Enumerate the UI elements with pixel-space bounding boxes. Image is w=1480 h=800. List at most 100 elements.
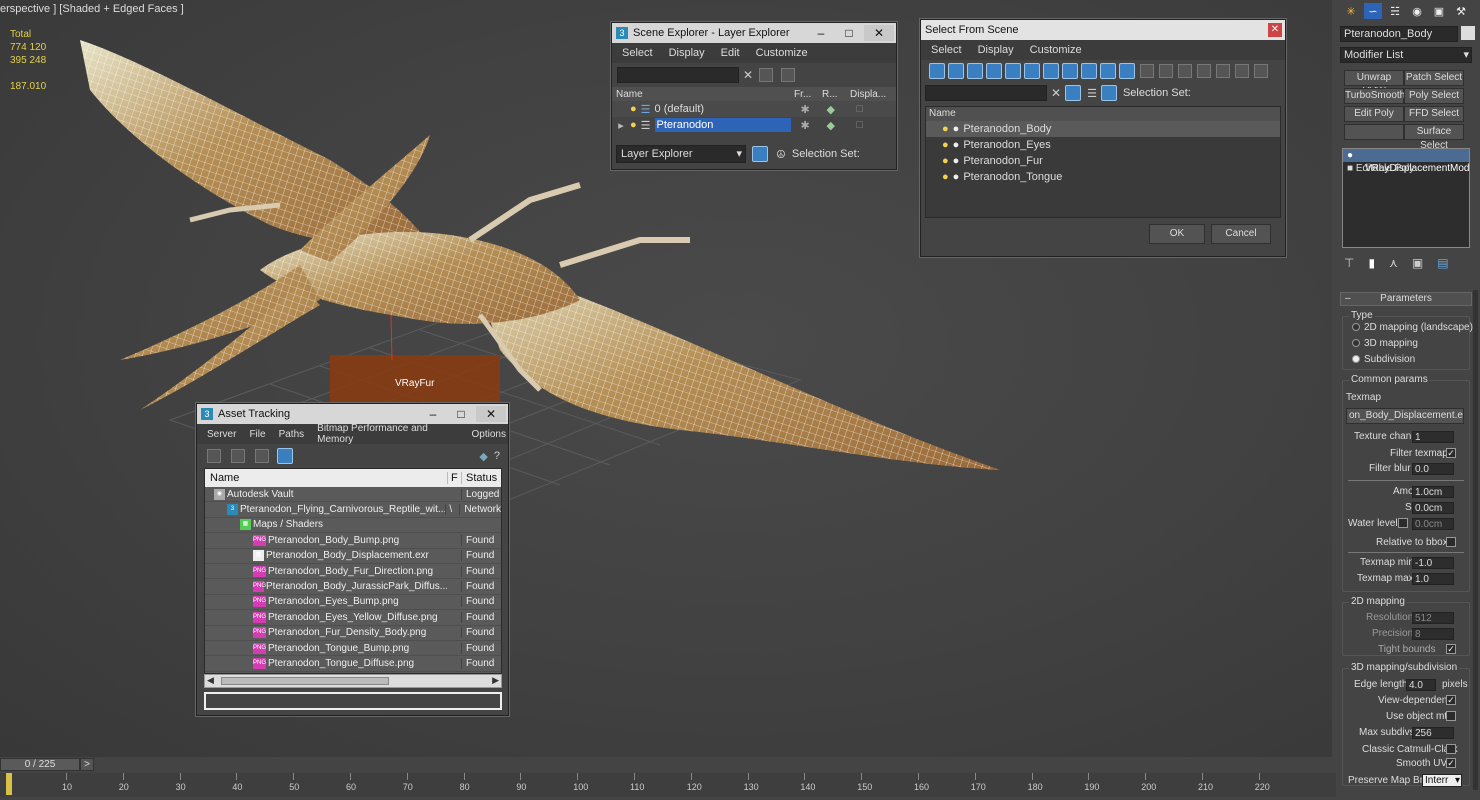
find-icon[interactable] — [1065, 85, 1082, 101]
freeze-icon[interactable]: ✱ — [791, 119, 819, 132]
radio-subdivision[interactable]: Subdivision — [1352, 354, 1415, 365]
list-view-icon[interactable] — [231, 449, 245, 463]
explorer-type-dropdown[interactable]: Layer Explorer ▾ — [616, 145, 746, 163]
asset-row[interactable]: ▦ Maps / Shaders — [205, 518, 501, 534]
shift-spinner[interactable]: 0.0cm — [1412, 502, 1454, 514]
hierarchy-icon[interactable]: ☮ — [776, 148, 786, 161]
smooth-uvs-checkbox[interactable]: ✓ — [1446, 758, 1456, 768]
menu-server[interactable]: Server — [205, 429, 238, 440]
motion-tab-icon[interactable]: ◉ — [1408, 3, 1426, 19]
asset-path-field[interactable] — [204, 692, 502, 710]
lights-filter-icon[interactable] — [967, 63, 983, 79]
texture-chan-spinner[interactable]: 1 — [1412, 431, 1454, 443]
layers-icon[interactable]: ☰ — [1087, 87, 1097, 100]
cancel-button[interactable]: Cancel — [1211, 224, 1271, 244]
menu-display[interactable]: Display — [667, 47, 707, 59]
ok-button[interactable]: OK — [1149, 224, 1205, 244]
freeze-icon[interactable]: ✱ — [791, 103, 819, 116]
frozen-filter-icon[interactable] — [1119, 63, 1135, 79]
scene-explorer-titlebar[interactable]: 3 Scene Explorer - Layer Explorer – □ ✕ — [612, 23, 896, 43]
next-frame-button[interactable]: > — [80, 758, 94, 771]
unwrap-uvw-button[interactable]: Unwrap UVW — [1344, 70, 1404, 97]
radio-indicator[interactable] — [1352, 355, 1360, 364]
options-icon[interactable] — [1254, 64, 1268, 78]
lightbulb-icon[interactable]: ● — [1347, 150, 1353, 161]
column-name[interactable]: Name — [612, 89, 794, 100]
scene-explorer-search-input[interactable] — [617, 67, 739, 83]
clear-search-icon[interactable]: ✕ — [1051, 86, 1061, 100]
menu-customize[interactable]: Customize — [1028, 44, 1084, 56]
configure-sets-icon[interactable]: ▤ — [1437, 256, 1448, 270]
create-tab-icon[interactable]: ✳ — [1342, 3, 1360, 19]
viewport-label[interactable]: erspective ] [Shaded + Edged Faces ] — [0, 3, 184, 15]
modifier-list-dropdown[interactable]: Modifier List ▾ — [1340, 47, 1472, 63]
help-icon[interactable]: ? — [494, 450, 500, 462]
close-icon[interactable]: ✕ — [1268, 23, 1282, 37]
surface-select-button[interactable]: Surface Select — [1404, 124, 1464, 151]
make-unique-icon[interactable]: ⋏ — [1389, 256, 1398, 270]
menu-file[interactable]: File — [247, 429, 267, 440]
classic-catmull-checkbox[interactable] — [1446, 744, 1456, 754]
scroll-left-icon[interactable]: ◀ — [207, 675, 214, 686]
layer-name[interactable]: 0 (default) — [655, 103, 791, 115]
asset-row[interactable]: PNG Pteranodon_Eyes_Bump.png Found — [205, 595, 501, 611]
menu-options[interactable]: Options — [470, 429, 508, 440]
asset-row[interactable]: PNG Pteranodon_Eyes_Yellow_Diffuse.png Fou… — [205, 610, 501, 626]
asset-tracking-titlebar[interactable]: 3 Asset Tracking – □ ✕ — [197, 404, 508, 424]
layer-row[interactable]: ● ☰ 0 (default) ✱ ◆ □ — [612, 101, 896, 117]
maximize-icon[interactable]: □ — [448, 406, 474, 422]
show-end-result-icon[interactable]: ▮ — [1368, 256, 1375, 270]
vault-login-icon[interactable]: ◆ — [479, 450, 487, 463]
parameters-rollout-header[interactable]: – Parameters — [1340, 292, 1472, 306]
filter-blur-spinner[interactable]: 0.0 — [1412, 463, 1454, 475]
bones-filter-icon[interactable] — [1081, 63, 1097, 79]
asset-row[interactable]: PNG Pteranodon_Fur_Density_Body.png Found — [205, 626, 501, 641]
max-subdivs-spinner[interactable]: 256 — [1412, 727, 1454, 739]
maximize-icon[interactable]: □ — [836, 25, 862, 41]
menu-display[interactable]: Display — [976, 44, 1016, 56]
select-invert-icon[interactable] — [1197, 64, 1211, 78]
select-none-icon[interactable] — [1178, 64, 1192, 78]
menu-select[interactable]: Select — [929, 44, 964, 56]
column-name[interactable]: Name — [205, 472, 447, 484]
preserve-map-dropdown[interactable]: Interr ▾ — [1422, 774, 1462, 787]
scroll-right-icon[interactable]: ▶ — [492, 675, 499, 686]
xrefs-filter-icon[interactable] — [1062, 63, 1078, 79]
asset-row[interactable]: PNG Pteranodon_Tongue_Diffuse.png Found — [205, 656, 501, 672]
object-name[interactable]: Pteranodon_Tongue — [963, 171, 1062, 183]
turbosmooth-button[interactable]: TurboSmooth — [1344, 88, 1405, 104]
menu-paths[interactable]: Paths — [277, 429, 307, 440]
select-from-scene-titlebar[interactable]: Select From Scene ✕ — [921, 20, 1285, 40]
display-filter-icon[interactable] — [1216, 64, 1230, 78]
display-box-icon[interactable]: □ — [847, 103, 864, 115]
lightbulb-icon[interactable]: ● — [942, 139, 949, 151]
lightbulb-icon[interactable]: ● — [630, 103, 637, 115]
column-status[interactable]: Status — [461, 472, 497, 484]
object-color-swatch[interactable] — [1461, 26, 1475, 40]
utilities-tab-icon[interactable]: ⚒ — [1452, 3, 1470, 19]
object-name[interactable]: Pteranodon_Eyes — [963, 139, 1050, 151]
object-row[interactable]: ● ● Pteranodon_Fur — [926, 153, 1280, 169]
menu-bitmap-performance[interactable]: Bitmap Performance and Memory — [315, 423, 460, 445]
close-icon[interactable]: ✕ — [476, 406, 506, 422]
asset-row[interactable]: PNG Pteranodon_Tongue_Bump.png Found — [205, 641, 501, 657]
hidden-filter-icon[interactable] — [1140, 64, 1154, 78]
spacewarps-filter-icon[interactable] — [1024, 63, 1040, 79]
expand-plus-icon[interactable]: ■ — [1347, 163, 1353, 174]
sort-icon[interactable] — [1235, 64, 1249, 78]
display-box-icon[interactable]: □ — [847, 119, 864, 131]
lightbulb-icon[interactable]: ● — [630, 119, 637, 131]
filter-texmap-checkbox[interactable]: ✓ — [1446, 448, 1456, 458]
find-icon[interactable] — [781, 68, 796, 82]
radio-indicator[interactable] — [1352, 323, 1360, 332]
time-slider[interactable]: 0 / 225 — [0, 758, 80, 771]
use-object-mtl-checkbox[interactable] — [1446, 711, 1456, 721]
menu-customize[interactable]: Customize — [754, 47, 810, 59]
object-name-field[interactable]: Pteranodon_Body — [1340, 26, 1458, 42]
column-freeze[interactable]: Fr... — [794, 89, 822, 100]
radio-3d-mapping[interactable]: 3D mapping — [1352, 338, 1418, 349]
amount-spinner[interactable]: 1.0cm — [1412, 486, 1454, 498]
hierarchy-icon[interactable] — [1100, 85, 1117, 101]
object-row[interactable]: ● ● Pteranodon_Body — [926, 121, 1280, 137]
layers-icon[interactable] — [752, 146, 768, 162]
